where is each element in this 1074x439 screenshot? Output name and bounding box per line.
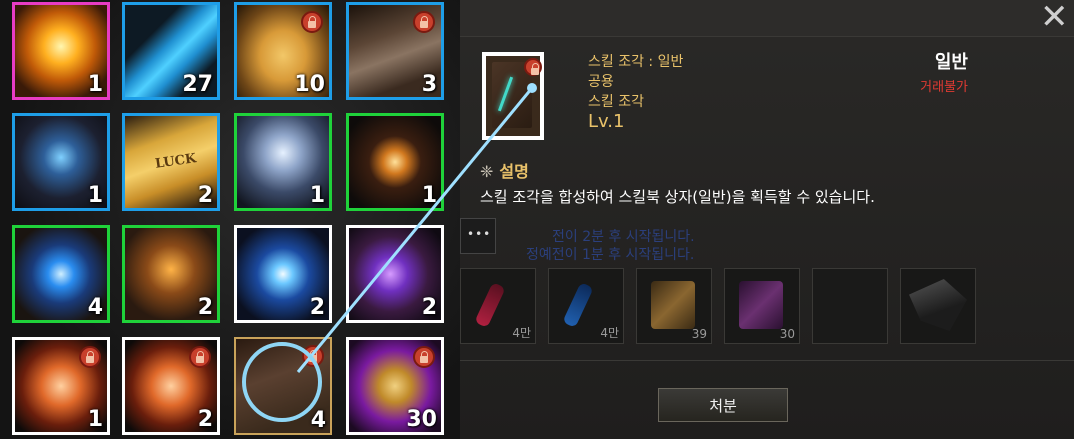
- lock-icon: [413, 11, 435, 33]
- item-count: 1: [87, 183, 103, 208]
- lock-icon: [79, 346, 101, 368]
- inventory-slot-selected[interactable]: 4: [234, 337, 332, 435]
- item-count: 1: [309, 183, 325, 208]
- inventory-slot[interactable]: 2: [234, 225, 332, 323]
- lock-icon: [524, 58, 542, 76]
- item-count: 2: [421, 295, 437, 320]
- panel-header-bar: [460, 0, 1074, 37]
- item-type: 스킬 조각: [588, 94, 644, 110]
- item-level: Lv.1: [588, 111, 625, 132]
- inventory-slot[interactable]: 1: [12, 2, 110, 100]
- quick-slot-empty[interactable]: [812, 268, 888, 344]
- blue-potion-icon: [562, 282, 594, 328]
- item-preview: [482, 52, 544, 140]
- inventory-slot[interactable]: 27: [122, 2, 220, 100]
- item-category: 스킬 조각 : 일반: [588, 54, 684, 70]
- item-count: 1: [87, 72, 103, 97]
- inventory-slot[interactable]: 30: [346, 337, 444, 435]
- inventory-slot[interactable]: 1: [234, 113, 332, 211]
- inventory-slot[interactable]: 2: [122, 225, 220, 323]
- item-count: 30: [406, 407, 437, 432]
- item-count: 4: [310, 408, 326, 433]
- trade-status: 거래불가: [920, 80, 968, 95]
- item-count: 27: [182, 72, 213, 97]
- item-count: 4: [87, 295, 103, 320]
- item-count: 3: [421, 72, 437, 97]
- item-info: 스킬 조각 : 일반 공용 스킬 조각 Lv.1: [588, 52, 683, 132]
- chat-icon[interactable]: [460, 218, 496, 254]
- inventory-slot[interactable]: 4: [12, 225, 110, 323]
- item-count: 2: [309, 295, 325, 320]
- inventory-slot[interactable]: 3: [346, 2, 444, 100]
- item-description: 스킬 조각을 합성하여 스킬북 상자(일반)을 획득할 수 있습니다.: [480, 188, 875, 206]
- background-notice-2: 정예전이 1분 후 시작됩니다.: [526, 247, 695, 263]
- item-count: 10: [294, 72, 325, 97]
- quick-slot-count: 39: [691, 327, 707, 341]
- inventory-slot[interactable]: 2: [346, 225, 444, 323]
- scroll-icon: [651, 281, 695, 329]
- purple-scroll-icon: [739, 281, 783, 329]
- description-icon: ❈: [480, 162, 494, 181]
- inventory-slot[interactable]: 1: [346, 113, 444, 211]
- inventory-grid: 1 27 10 3 1 LUCK 2 1 1 4 2 2 2 1 2 4 30: [0, 0, 460, 439]
- divider: [460, 360, 1074, 361]
- quick-slot[interactable]: 30: [724, 268, 800, 344]
- lock-icon: [302, 345, 324, 367]
- lock-icon: [301, 11, 323, 33]
- item-count: 1: [421, 183, 437, 208]
- quick-slot-count: 4만: [600, 326, 619, 340]
- lock-icon: [189, 346, 211, 368]
- quick-slot[interactable]: 4만: [460, 268, 536, 344]
- red-potion-icon: [474, 282, 506, 328]
- inventory-slot[interactable]: 10: [234, 2, 332, 100]
- inventory-slot[interactable]: 1: [12, 113, 110, 211]
- item-count: 1: [87, 407, 103, 432]
- item-grade: 일반: [934, 52, 968, 73]
- close-icon[interactable]: ✕: [1040, 0, 1069, 34]
- inventory-slot[interactable]: LUCK 2: [122, 113, 220, 211]
- quick-slot[interactable]: [900, 268, 976, 344]
- quick-slot[interactable]: 4만: [548, 268, 624, 344]
- inventory-slot[interactable]: 2: [122, 337, 220, 435]
- item-count: 2: [197, 295, 213, 320]
- quick-slot[interactable]: 39: [636, 268, 712, 344]
- description-title: 설명: [499, 162, 529, 181]
- item-tooltip-panel: ✕ 스킬 조각 : 일반 공용 스킬 조각 Lv.1 일반 거래불가 ❈ 설명 스…: [460, 0, 1074, 439]
- item-count: 2: [197, 407, 213, 432]
- discard-button[interactable]: 처분: [658, 388, 788, 422]
- quick-slot-count: 30: [779, 327, 795, 341]
- item-count: 2: [197, 183, 213, 208]
- quick-slot-count: 4만: [512, 326, 531, 340]
- description-heading: ❈ 설명: [480, 158, 529, 182]
- item-usage: 공용: [588, 74, 614, 90]
- lock-icon: [413, 346, 435, 368]
- inventory-slot[interactable]: 1: [12, 337, 110, 435]
- background-notice-1: 전이 2분 후 시작됩니다.: [552, 229, 695, 245]
- wolf-mount-icon: [909, 279, 967, 331]
